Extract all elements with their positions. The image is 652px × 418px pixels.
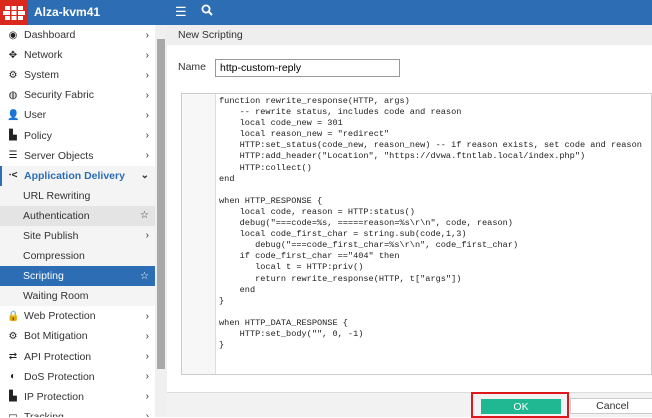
menu-icon: ⚙ <box>8 330 18 342</box>
sidebar-item-url-rewriting[interactable]: URL Rewriting <box>0 185 155 206</box>
sidebar-item-label: Server Objects <box>24 149 94 162</box>
editor-gutter <box>182 94 216 374</box>
menu-icon: ▙ <box>9 130 17 142</box>
sidebar-item-label: URL Rewriting <box>23 189 91 202</box>
sidebar-item-label: Site Publish <box>23 229 79 242</box>
sidebar-item-scripting[interactable]: Scripting ☆ <box>0 266 155 287</box>
top-bar: Alza-kvm41 ☰ <box>0 0 652 25</box>
sidebar-item-label: DoS Protection <box>24 370 95 383</box>
menu-icon: 👤 <box>7 109 20 121</box>
menu-icon: ◐ <box>9 371 17 383</box>
dialog-footer: OK Cancel <box>167 392 652 418</box>
sidebar-item-application-delivery[interactable]: ⋅< Application Delivery ⌄ <box>0 165 155 186</box>
ok-highlight: OK <box>471 392 569 418</box>
menu-icon: ▭ <box>8 411 18 417</box>
sidebar-item-dashboard[interactable]: ◉ Dashboard › <box>0 25 155 45</box>
chevron-icon: › <box>145 109 149 121</box>
chevron-icon: › <box>145 130 149 142</box>
sidebar-item-user[interactable]: 👤 User › <box>0 105 155 125</box>
menu-icon: ⚙ <box>8 69 18 81</box>
new-scripting-panel: New Scripting Name function rewrite_resp… <box>167 25 652 418</box>
chevron-icon: › <box>145 230 149 242</box>
favorite-star-icon[interactable]: ☆ <box>140 271 149 282</box>
sidebar-item-compression[interactable]: Compression <box>0 246 155 267</box>
favorite-star-icon[interactable]: ☆ <box>140 210 149 221</box>
ok-button[interactable]: OK <box>481 399 561 414</box>
sidebar-item-bot-mitigation[interactable]: ⚙ Bot Mitigation › <box>0 326 155 346</box>
sidebar-item-label: System <box>24 69 60 82</box>
menu-icon: ⇄ <box>8 351 18 363</box>
sidebar-item-server-objects[interactable]: ☰ Server Objects › <box>0 146 155 166</box>
sidebar-item-label: IP Protection <box>24 390 84 403</box>
sidebar-item-dos-protection[interactable]: ◐ DoS Protection › <box>0 367 155 387</box>
device-title: Alza-kvm41 <box>34 5 101 19</box>
script-editor[interactable]: function rewrite_response(HTTP, args) --… <box>181 93 652 375</box>
sidebar-item-label: Network <box>24 49 63 62</box>
sidebar-item-label: API Protection <box>24 350 92 363</box>
menu-icon: ▙ <box>9 391 17 403</box>
hamburger-icon[interactable]: ☰ <box>175 4 187 20</box>
name-label: Name <box>178 61 207 73</box>
name-input[interactable] <box>215 59 400 77</box>
sidebar-item-waiting-room[interactable]: Waiting Room <box>0 286 155 307</box>
chevron-icon: › <box>145 69 149 81</box>
sidebar-scrollbar[interactable] <box>155 25 167 417</box>
panel-title: New Scripting <box>167 25 652 45</box>
chevron-icon: › <box>145 391 149 403</box>
sidebar-item-label: Scripting <box>23 270 64 283</box>
chevron-icon: › <box>145 351 149 363</box>
sidebar-item-label: Policy <box>24 129 53 142</box>
menu-icon: 🔒 <box>7 310 20 322</box>
sidebar-item-api-protection[interactable]: ⇄ API Protection › <box>0 347 155 367</box>
sidebar-item-label: Bot Mitigation <box>24 330 88 343</box>
script-code[interactable]: function rewrite_response(HTTP, args) --… <box>219 96 642 351</box>
sidebar-item-label: Application Delivery <box>24 169 125 182</box>
chevron-icon: › <box>145 411 149 417</box>
menu-icon: ◍ <box>8 89 18 101</box>
sidebar-item-tracking[interactable]: ▭ Tracking › <box>0 407 155 417</box>
sidebar-item-label: Compression <box>23 250 85 263</box>
sidebar-item-web-protection[interactable]: 🔒 Web Protection › <box>0 306 155 326</box>
sidebar-item-security-fabric[interactable]: ◍ Security Fabric › <box>0 85 155 105</box>
sidebar-item-policy[interactable]: ▙ Policy › <box>0 125 155 145</box>
chevron-icon: › <box>145 150 149 162</box>
sidebar-item-label: Dashboard <box>24 29 76 42</box>
chevron-icon: › <box>145 310 149 322</box>
sidebar-item-label: Waiting Room <box>23 290 89 303</box>
sidebar-item-site-publish[interactable]: Site Publish › <box>0 225 155 247</box>
chevron-icon: › <box>145 29 149 41</box>
menu-icon: ✥ <box>8 49 18 61</box>
chevron-icon: ⌄ <box>140 170 149 182</box>
menu-icon: ☰ <box>8 150 18 162</box>
sidebar-item-label: Authentication <box>23 209 90 222</box>
chevron-icon: › <box>145 89 149 101</box>
sidebar-item-label: User <box>24 109 47 122</box>
chevron-icon: › <box>145 371 149 383</box>
fortinet-logo <box>0 0 28 25</box>
sidebar-item-label: Security Fabric <box>24 89 95 102</box>
sidebar-item-authentication[interactable]: Authentication ☆ <box>0 205 155 226</box>
sidebar: ◉ Dashboard › ✥ Network › ⚙ System › ◍ Security Fa… <box>0 25 155 417</box>
sidebar-item-system[interactable]: ⚙ System › <box>0 65 155 85</box>
chevron-icon: › <box>145 49 149 61</box>
cancel-button[interactable]: Cancel <box>570 398 652 414</box>
sidebar-item-network[interactable]: ✥ Network › <box>0 45 155 65</box>
sidebar-item-label: Web Protection <box>24 310 96 323</box>
menu-icon: ◉ <box>8 29 18 41</box>
menu-icon: ⋅< <box>8 170 18 182</box>
chevron-icon: › <box>145 330 149 342</box>
scrollbar-thumb[interactable] <box>157 39 165 369</box>
sidebar-item-label: Tracking <box>24 410 64 417</box>
sidebar-item-ip-protection[interactable]: ▙ IP Protection › <box>0 387 155 407</box>
search-icon[interactable] <box>201 4 213 19</box>
